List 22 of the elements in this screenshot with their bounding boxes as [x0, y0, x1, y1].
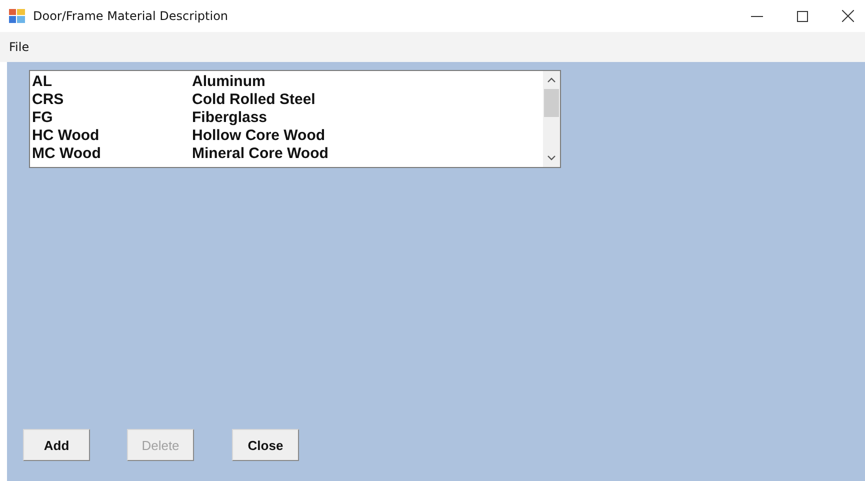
scroll-up-icon[interactable] [547, 77, 556, 83]
window-title: Door/Frame Material Description [33, 9, 228, 23]
material-code: MC Wood [32, 144, 102, 162]
scroll-down-icon[interactable] [547, 155, 556, 161]
form-button[interactable]: Close [232, 429, 299, 461]
material-code: FG [32, 108, 54, 126]
material-description: Fiberglass [191, 108, 268, 126]
material-description: Mineral Core Wood [191, 144, 328, 162]
scroll-thumb[interactable] [544, 89, 559, 117]
scrollbar[interactable] [543, 71, 560, 167]
close-icon[interactable] [842, 10, 854, 22]
material-list[interactable]: AL Aluminum CRS Cold Rolled Steel FG Fiberglass HC Wood Hollow Core Wood MC Wood Mineral Core Wood [29, 70, 561, 168]
material-code: CRS [32, 90, 65, 108]
material-code: HC Wood [32, 126, 100, 144]
app-icon [9, 9, 25, 23]
menu-item[interactable]: File [6, 40, 32, 54]
form-button[interactable]: Add [23, 429, 90, 461]
maximize-icon[interactable] [797, 10, 808, 22]
material-description: Cold Rolled Steel [191, 90, 316, 108]
material-description: Hollow Core Wood [191, 126, 326, 144]
material-code: AL [32, 72, 53, 90]
material-description: Aluminum [191, 72, 266, 90]
